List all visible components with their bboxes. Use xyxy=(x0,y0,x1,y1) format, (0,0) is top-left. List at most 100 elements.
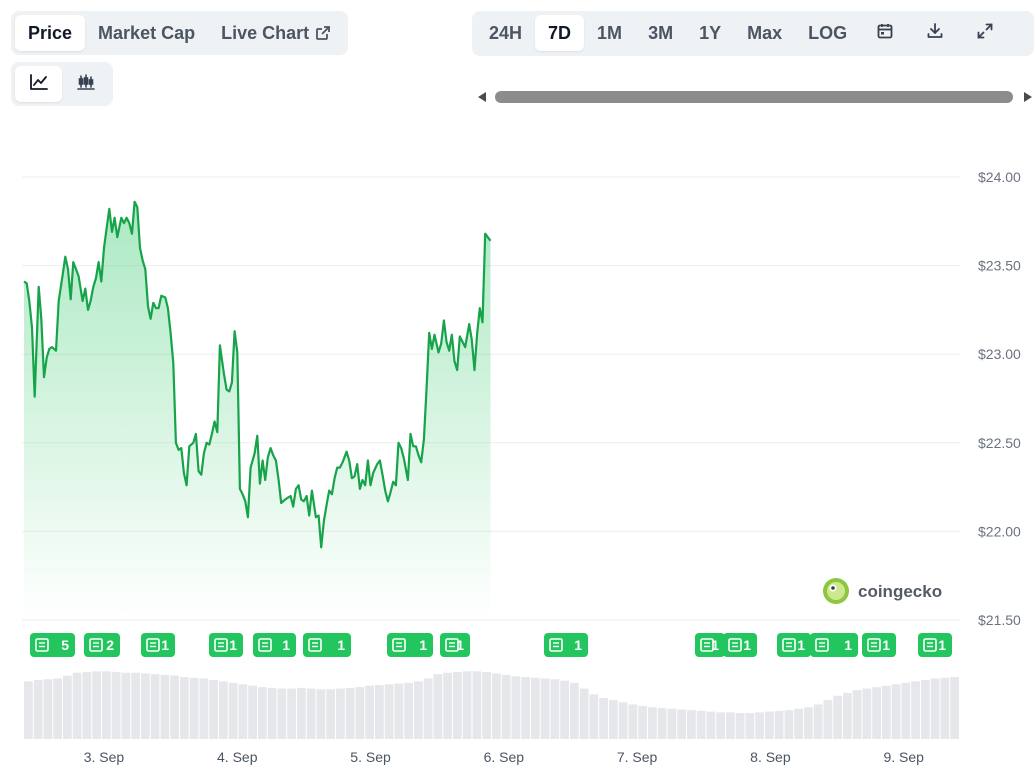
volume-bar xyxy=(628,704,638,739)
volume-bar xyxy=(375,685,384,739)
volume-bar xyxy=(482,672,491,739)
volume-bar xyxy=(648,707,657,739)
news-badge[interactable]: 5 xyxy=(30,633,75,657)
volume-bar xyxy=(433,674,443,739)
tab-1y-label: 1Y xyxy=(699,22,722,43)
volume-bar xyxy=(365,685,374,739)
y-axis: $24.00 $23.50 $23.00 $22.50 $22.00 $21.50 xyxy=(978,169,1021,628)
fullscreen-icon xyxy=(976,22,994,45)
volume-bar xyxy=(404,682,413,739)
volume-bar xyxy=(560,680,569,739)
news-badge-count: 1 xyxy=(161,637,169,653)
volume-bar xyxy=(326,689,335,739)
volume-bar xyxy=(531,677,540,739)
volume-bar xyxy=(852,690,862,739)
price-chart[interactable]: $24.00 $23.50 $23.00 $22.50 $22.00 $21.50 3. … xyxy=(0,120,1034,767)
tab-7d[interactable]: 7D xyxy=(535,15,585,51)
news-badge-count: 1 xyxy=(419,637,427,653)
news-badge-count: 1 xyxy=(844,637,852,653)
news-badge[interactable]: 1 xyxy=(695,633,725,657)
volume-bar xyxy=(199,678,209,739)
line-chart-icon xyxy=(29,73,49,96)
tab-max-label: Max xyxy=(747,22,783,43)
tab-1y[interactable]: 1Y xyxy=(686,15,734,51)
volume-bar xyxy=(862,688,872,739)
scroll-right-icon[interactable] xyxy=(1024,92,1032,102)
tab-1m[interactable]: 1M xyxy=(584,15,635,51)
range-navigator-scrollbar[interactable] xyxy=(476,88,1034,106)
tab-3m-label: 3M xyxy=(648,22,674,43)
chart-style-tabs xyxy=(11,62,113,106)
tab-3m[interactable]: 3M xyxy=(635,15,686,51)
calendar-button[interactable] xyxy=(860,15,910,51)
scroll-thumb[interactable] xyxy=(495,91,1013,103)
news-badge[interactable]: 1 xyxy=(253,633,296,657)
volume-bar xyxy=(92,671,101,739)
volume-bar xyxy=(950,677,959,739)
news-badge-count: 1 xyxy=(743,637,751,653)
y-tick-label: $23.50 xyxy=(978,258,1021,274)
y-tick-label: $22.50 xyxy=(978,435,1021,451)
news-badge[interactable]: 1 xyxy=(544,633,588,657)
volume-bar xyxy=(297,687,306,739)
chart-mode-tabs: Price Market Cap Live Chart xyxy=(11,11,349,55)
news-badge[interactable]: 1 xyxy=(440,633,470,657)
news-badge[interactable]: 1 xyxy=(810,633,858,657)
volume-bar xyxy=(189,677,199,739)
volume-bar xyxy=(501,674,511,739)
news-badge[interactable]: 1 xyxy=(387,633,433,657)
news-badge[interactable]: 1 xyxy=(777,633,811,657)
tab-max[interactable]: Max xyxy=(734,15,795,51)
news-badge[interactable]: 1 xyxy=(918,633,952,657)
scroll-left-icon[interactable] xyxy=(478,92,486,102)
volume-bar xyxy=(472,671,482,739)
x-tick-label: 6. Sep xyxy=(484,749,525,765)
news-badge[interactable]: 1 xyxy=(723,633,757,657)
news-badge[interactable]: 1 xyxy=(862,633,896,657)
tab-24h-label: 24H xyxy=(489,22,523,43)
volume-bar xyxy=(219,681,228,739)
brand-label: coingecko xyxy=(858,582,942,601)
volume-bar xyxy=(111,672,121,739)
volume-bar xyxy=(53,678,62,739)
volume-bar xyxy=(82,672,92,739)
volume-bar xyxy=(930,678,940,739)
volume-bar xyxy=(102,671,111,739)
volume-bar xyxy=(150,674,160,739)
x-tick-label: 3. Sep xyxy=(84,749,125,765)
volume-bar xyxy=(755,712,764,739)
x-tick-label: 9. Sep xyxy=(883,749,924,765)
tab-log[interactable]: LOG xyxy=(795,15,860,51)
candlestick-chart-button[interactable] xyxy=(62,66,109,102)
volume-bar xyxy=(384,684,394,739)
tab-market-cap[interactable]: Market Cap xyxy=(85,15,208,51)
volume-bar xyxy=(570,682,579,739)
volume-bar xyxy=(521,677,530,739)
volume-bar xyxy=(228,682,238,739)
news-badge[interactable]: 1 xyxy=(141,633,175,657)
volume-bar xyxy=(833,695,842,739)
volume-bar xyxy=(599,697,608,739)
tab-live-chart-label: Live Chart xyxy=(221,22,310,43)
tab-price[interactable]: Price xyxy=(15,15,86,51)
y-tick-label: $22.00 xyxy=(978,523,1021,539)
volume-bar xyxy=(579,688,589,739)
volume-bar xyxy=(24,681,33,739)
volume-bar xyxy=(492,673,501,739)
download-button[interactable] xyxy=(910,15,960,51)
news-badge-count: 1 xyxy=(938,637,946,653)
tab-live-chart[interactable]: Live Chart xyxy=(208,15,344,51)
news-badge[interactable]: 2 xyxy=(84,633,120,657)
x-tick-label: 5. Sep xyxy=(350,749,391,765)
tab-24h[interactable]: 24H xyxy=(476,15,535,51)
tab-price-label: Price xyxy=(28,22,73,43)
volume-bar xyxy=(355,687,365,739)
news-badge[interactable]: 1 xyxy=(303,633,351,657)
volume-bars xyxy=(24,671,959,739)
fullscreen-button[interactable] xyxy=(960,15,1010,51)
candlestick-icon xyxy=(76,73,96,96)
volume-bar xyxy=(940,677,950,739)
news-badge[interactable]: 1 xyxy=(209,633,243,657)
line-chart-button[interactable] xyxy=(15,66,62,102)
volume-bar xyxy=(33,679,43,739)
